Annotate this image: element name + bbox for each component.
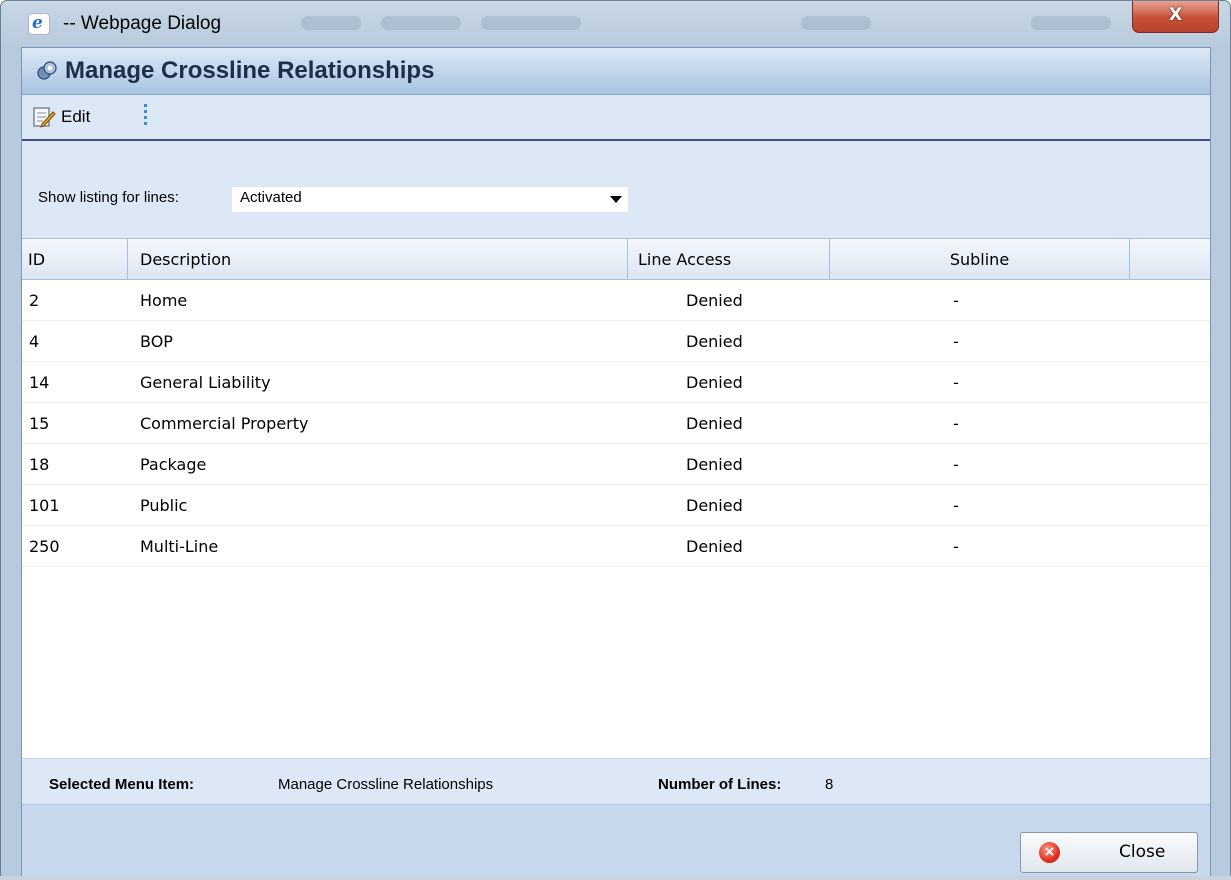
cell-description: Home	[140, 291, 188, 310]
cell-id: 250	[29, 537, 60, 556]
cell-line-access: Denied	[686, 291, 743, 310]
cell-subline: -	[953, 537, 959, 556]
cell-id: 101	[29, 496, 60, 515]
edit-icon	[33, 107, 56, 128]
filter-selected-value: Activated	[240, 189, 302, 206]
background-blur	[301, 16, 361, 30]
toolbar-grip[interactable]	[142, 101, 150, 133]
cell-description: BOP	[140, 332, 173, 351]
status-bar: Selected Menu Item: Manage Crossline Rel…	[22, 758, 1210, 805]
cell-description: Package	[140, 455, 207, 474]
cell-line-access: Denied	[686, 414, 743, 433]
lines-filter-select[interactable]: Activated	[232, 187, 628, 212]
column-header-description[interactable]: Description	[128, 239, 628, 280]
cell-subline: -	[953, 373, 959, 392]
window-title: -- Webpage Dialog	[63, 13, 222, 34]
cell-subline: -	[953, 455, 959, 474]
cell-id: 15	[29, 414, 50, 433]
close-x-icon: X	[1168, 5, 1183, 25]
edit-label: Edit	[61, 107, 91, 126]
table-header: ID Description Line Access Subline	[22, 238, 1210, 280]
lines-count-label: Number of Lines:	[658, 776, 782, 793]
cell-line-access: Denied	[686, 332, 743, 351]
cell-id: 2	[29, 291, 40, 310]
filter-bar: Show listing for lines: Activated	[22, 141, 1210, 251]
cell-description: Multi-Line	[140, 537, 219, 556]
dialog-header: Manage Crossline Relationships	[22, 48, 1210, 95]
cell-line-access: Denied	[686, 496, 743, 515]
table-row[interactable]: 2 Home Denied -	[22, 280, 1210, 321]
ie-icon: e	[28, 13, 50, 35]
cell-id: 4	[29, 332, 40, 351]
window-close-button[interactable]: X	[1132, 1, 1219, 33]
table-row[interactable]: 14 General Liability Denied -	[22, 362, 1210, 403]
lines-table: ID Description Line Access Subline 2 Hom…	[22, 238, 1210, 758]
filter-label: Show listing for lines:	[38, 189, 179, 206]
toolbar: Edit	[22, 95, 1210, 141]
close-label: Close	[1119, 842, 1166, 862]
selected-menu-value: Manage Crossline Relationships	[278, 776, 494, 793]
cell-id: 14	[29, 373, 50, 392]
background-blur	[1031, 16, 1111, 30]
cell-subline: -	[953, 414, 959, 433]
title-bar: e -- Webpage Dialog X	[1, 1, 1230, 47]
cell-description: General Liability	[140, 373, 271, 392]
column-header-filler	[1130, 239, 1210, 280]
window-bottom-edge	[0, 876, 1231, 880]
cell-subline: -	[953, 496, 959, 515]
table-row[interactable]: 15 Commercial Property Denied -	[22, 403, 1210, 444]
cell-subline: -	[953, 291, 959, 310]
background-blur	[481, 16, 581, 30]
cell-description: Public	[140, 496, 188, 515]
cell-subline: -	[953, 332, 959, 351]
cell-line-access: Denied	[686, 455, 743, 474]
lines-count-value: 8	[825, 776, 834, 793]
column-header-subline[interactable]: Subline	[830, 239, 1130, 280]
column-header-id[interactable]: ID	[22, 239, 128, 280]
column-header-line-access[interactable]: Line Access	[628, 239, 830, 280]
dialog-window: e -- Webpage Dialog X Manage Crossline R…	[0, 0, 1231, 880]
cell-description: Commercial Property	[140, 414, 309, 433]
dialog-client: Manage Crossline Relationships Edit Show…	[21, 47, 1211, 877]
dropdown-arrow-icon	[610, 196, 622, 203]
table-row[interactable]: 250 Multi-Line Denied -	[22, 526, 1210, 567]
table-row[interactable]: 101 Public Denied -	[22, 485, 1210, 526]
close-button[interactable]: × Close	[1020, 832, 1198, 873]
table-row[interactable]: 4 BOP Denied -	[22, 321, 1210, 362]
table-row[interactable]: 18 Package Denied -	[22, 444, 1210, 485]
edit-button[interactable]: Edit	[27, 101, 139, 133]
dialog-footer: × Close	[22, 804, 1210, 877]
cell-line-access: Denied	[686, 373, 743, 392]
background-blur	[381, 16, 461, 30]
relationships-icon	[37, 61, 57, 80]
close-icon: ×	[1039, 842, 1060, 863]
cell-id: 18	[29, 455, 50, 474]
dialog-title: Manage Crossline Relationships	[65, 57, 435, 84]
selected-menu-label: Selected Menu Item:	[49, 776, 195, 793]
cell-line-access: Denied	[686, 537, 743, 556]
background-blur	[801, 16, 871, 30]
